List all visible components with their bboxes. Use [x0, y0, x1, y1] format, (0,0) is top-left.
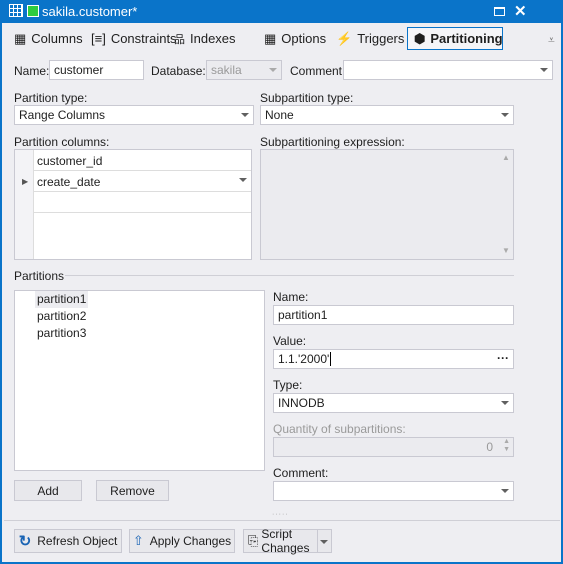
window-title: sakila.customer*	[42, 4, 138, 19]
tab-triggers[interactable]: ⚡ Triggers	[330, 27, 410, 50]
chevron-down-icon	[241, 113, 249, 117]
partition-name-label: Name:	[273, 290, 309, 304]
connection-color-icon	[27, 5, 39, 17]
spin-icon[interactable]: ▲ ▼	[503, 438, 510, 454]
grid-row[interactable]: customer_id	[34, 150, 251, 171]
script-changes-dropdown[interactable]	[317, 529, 332, 553]
text-cursor	[330, 352, 332, 366]
add-button[interactable]: Add	[14, 480, 82, 501]
partition-comment-label: Comment:	[273, 466, 329, 480]
chevron-down-icon	[540, 68, 548, 72]
name-input[interactable]: customer	[49, 60, 144, 80]
tab-columns[interactable]: ▦ Columns	[8, 27, 89, 50]
trigger-icon: ⚡	[336, 30, 353, 46]
partition-comment-input[interactable]	[273, 481, 514, 501]
ellipsis-button[interactable]: ···	[497, 351, 509, 365]
splitter-grip-icon[interactable]: ·····	[272, 511, 289, 518]
database-label: Database:	[151, 64, 206, 78]
tab-options[interactable]: ▦ Options	[258, 27, 332, 50]
partition-columns-label: Partition columns:	[14, 135, 110, 149]
chevron-down-icon	[320, 540, 328, 544]
subpartitioning-expression-label: Subpartitioning expression:	[260, 135, 405, 149]
comment-input[interactable]	[343, 60, 553, 80]
subpartition-type-label: Subpartition type:	[260, 91, 354, 105]
partition-columns-grid[interactable]: ▶ customer_id create_date	[14, 149, 252, 260]
remove-button[interactable]: Remove	[96, 480, 169, 501]
chevron-down-icon	[501, 401, 509, 405]
cube-icon: ⬢	[414, 30, 426, 46]
partition-type-select[interactable]: Range Columns	[14, 105, 254, 125]
constraint-icon: [≡]	[91, 31, 106, 46]
grid-icon: ▦	[264, 30, 277, 46]
subpartition-type-select[interactable]: None	[260, 105, 514, 125]
divider	[65, 275, 514, 276]
chevron-down-icon	[269, 68, 277, 72]
refresh-object-button[interactable]: ↻ Refresh Object	[14, 529, 122, 553]
database-select[interactable]: sakila	[206, 60, 282, 80]
chevron-down-icon	[501, 113, 509, 117]
editor-window: sakila.customer* ✕ ▦ Columns [≡] Constrain…	[0, 0, 563, 564]
chevron-down-icon	[501, 489, 509, 493]
chevron-down-icon[interactable]	[239, 178, 247, 182]
close-button[interactable]: ✕	[514, 2, 527, 20]
footer-divider	[4, 520, 560, 521]
partition-value-label: Value:	[273, 334, 307, 348]
partition-name-input[interactable]: partition1	[273, 305, 514, 325]
list-item[interactable]: partition2	[35, 308, 88, 325]
quantity-stepper[interactable]: 0 ▲ ▼	[273, 437, 514, 457]
grid-icon: ▦	[14, 30, 27, 46]
apply-changes-button[interactable]: ⇧ Apply Changes	[129, 529, 235, 553]
table-icon	[9, 4, 23, 17]
grid-row[interactable]: create_date	[34, 171, 251, 192]
partitions-label: Partitions	[14, 269, 65, 283]
partition-type-field-label: Type:	[273, 378, 303, 392]
grid-row[interactable]	[34, 192, 251, 213]
current-row-icon: ▶	[22, 177, 29, 186]
apply-icon: ⇧	[132, 533, 144, 548]
list-item[interactable]: partition1	[35, 291, 89, 308]
partitions-list[interactable]: partition1 partition2 partition3	[14, 290, 265, 471]
tab-partitioning[interactable]: ⬢ Partitioning	[407, 27, 503, 50]
partition-value-input[interactable]: 1.1.'2000' ···	[273, 349, 514, 369]
quantity-label: Quantity of subpartitions:	[273, 422, 406, 436]
script-changes-button[interactable]: ⎘ Script Changes	[243, 527, 318, 555]
list-item[interactable]: partition3	[35, 325, 88, 342]
tabs-overflow-icon[interactable]: ⩡	[548, 33, 555, 48]
index-icon: 品	[174, 33, 185, 46]
row-indicator-column	[15, 150, 34, 259]
comment-label: Comment:	[290, 64, 346, 78]
partition-type-label: Partition type:	[14, 91, 88, 105]
subpartitioning-expression-textarea[interactable]: ▲ ▼	[260, 149, 514, 260]
scrollbar[interactable]: ▲ ▼	[499, 150, 513, 259]
partition-engine-select[interactable]: INNODB	[273, 393, 514, 413]
tab-indexes[interactable]: 品 Indexes	[168, 27, 242, 50]
maximize-button[interactable]	[494, 7, 505, 16]
name-label: Name:	[14, 64, 50, 78]
refresh-icon: ↻	[18, 533, 32, 550]
title-bar: sakila.customer* ✕	[2, 0, 563, 23]
script-icon: ⎘	[248, 533, 259, 548]
